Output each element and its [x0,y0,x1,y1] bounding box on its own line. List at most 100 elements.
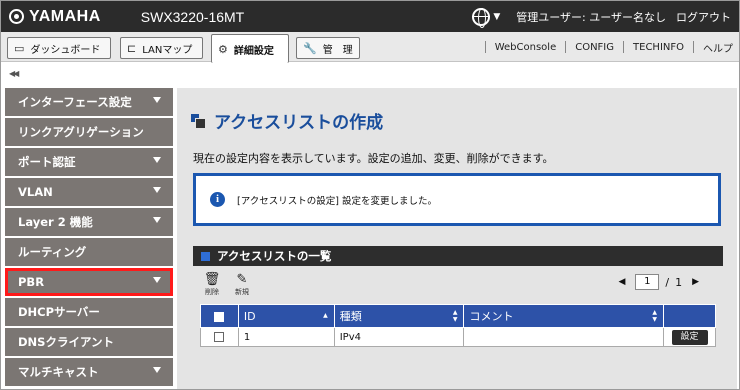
info-notice: i [アクセスリストの設定] 設定を変更しました。 [193,173,721,226]
trash-icon: 🗑 [203,272,221,287]
sidebar-item-label: リンクアグリゲーション [18,125,144,139]
page-number-input[interactable]: 1 [635,274,660,290]
sidebar-item-routing[interactable]: ルーティング [5,238,173,266]
delete-button[interactable]: 🗑 削除 [199,272,225,297]
section-header-label: アクセスリストの一覧 [217,249,332,263]
sidebar-item-port-auth[interactable]: ポート認証 [5,148,173,176]
sidebar-item-label: ポート認証 [18,155,76,169]
cell-type: IPv4 [333,327,465,347]
header-links: WebConsole CONFIG TECHINFO ヘルプ [476,32,733,62]
column-header-id[interactable]: ID ▲ [237,304,335,328]
model-name: SWX3220-16MT [140,8,245,25]
webconsole-link[interactable]: WebConsole [495,42,557,53]
sidebar-item-pbr[interactable]: PBR [5,268,173,296]
section-header-icon [201,251,210,261]
tab-label: ダッシュボード [30,44,101,56]
column-label: 種類 [339,310,362,323]
row-select-cell [200,327,239,347]
sort-icon: ▲ ▼ [452,309,458,323]
column-label: コメント [469,310,514,323]
notice-text: [アクセスリストの設定] 設定を変更しました。 [237,195,437,207]
user-info: 管理ユーザー: ユーザー名なし [516,10,666,24]
page-total: 1 [675,275,683,289]
divider [484,41,486,53]
access-list-section: アクセスリストの一覧 🗑 削除 ✎ 新規 ◀ 1 / 1 ▶ ID ▲ 種類 ▲… [193,246,723,347]
techinfo-link[interactable]: TECHINFO [633,42,684,53]
tab-advanced-settings[interactable]: ⚙ 詳細設定 [211,34,289,63]
select-all-cell [200,304,239,328]
new-button[interactable]: ✎ 新規 [229,272,255,297]
yamaha-logo[interactable]: YAMAHA [9,8,101,26]
section-header: アクセスリストの一覧 [193,246,723,266]
new-edit-icon: ✎ [236,272,248,287]
prev-page-icon[interactable]: ◀ [618,277,625,287]
sidebar-item-dhcp-server[interactable]: DHCPサーバー [5,298,173,326]
sidebar-item-interface-settings[interactable]: インターフェース設定 [5,88,173,116]
tab-label: LANマップ [142,44,193,56]
cell-id: 1 [237,327,335,347]
page-separator: / [665,275,670,289]
list-toolbar: 🗑 削除 ✎ 新規 ◀ 1 / 1 ▶ [193,266,723,304]
next-page-icon[interactable]: ▶ [692,277,699,287]
dashboard-icon: ▭ [14,41,25,55]
chevron-down-icon [153,97,161,103]
page-title-text: アクセスリストの作成 [214,113,384,133]
main-content: アクセスリストの作成 現在の設定内容を表示しています。設定の追加、変更、削除がで… [177,88,737,389]
column-header-action [663,304,716,328]
config-link[interactable]: CONFIG [575,42,614,53]
sidebar-item-label: DHCPサーバー [18,305,100,319]
divider [693,41,694,53]
gear-icon: ⚙ [218,42,228,56]
sidebar-item-label: インターフェース設定 [18,95,132,109]
cell-comment [463,327,664,347]
sidebar-item-link-aggregation[interactable]: リンクアグリゲーション [5,118,173,146]
select-all-checkbox[interactable] [214,311,225,322]
sidebar-item-layer2[interactable]: Layer 2 機能 [5,208,173,236]
row-checkbox[interactable] [214,331,225,342]
help-link[interactable]: ヘルプ [703,40,733,55]
tab-label: 詳細設定 [233,45,274,57]
tab-management[interactable]: 🔧 管 理 [296,37,360,59]
lanmap-icon: ⊏ [127,41,137,55]
sort-icon: ▲ ▼ [652,309,657,323]
brand-name: YAMAHA [29,7,101,25]
sidebar-item-label: Layer 2 機能 [18,215,93,229]
sidebar-item-label: DNSクライアント [18,335,114,349]
delete-label: 削除 [205,288,219,296]
top-right-area: ▼ 管理ユーザー: ユーザー名なし ログアウト [472,1,731,32]
new-label: 新規 [235,288,249,296]
sidebar-item-dns-client[interactable]: DNSクライアント [5,328,173,356]
sidebar-item-vlan[interactable]: VLAN [5,178,173,206]
column-header-comment[interactable]: コメント ▲ ▼ [463,304,664,328]
chevron-down-icon [153,367,161,373]
info-icon: i [210,192,225,207]
language-caret[interactable]: ▼ [493,12,500,22]
tab-bar: ▭ ダッシュボード ⊏ LANマップ ⚙ 詳細設定 🔧 管 理 WebConso… [1,32,739,63]
sidebar: インターフェース設定 リンクアグリゲーション ポート認証 VLAN Layer … [5,88,173,388]
yamaha-emblem-icon [9,9,24,24]
pager: ◀ 1 / 1 ▶ [608,274,709,290]
sidebar-item-multicast[interactable]: マルチキャスト [5,358,173,386]
settings-button[interactable]: 設定 [671,329,708,345]
tab-lanmap[interactable]: ⊏ LANマップ [120,37,203,59]
sidebar-item-label: VLAN [18,185,53,199]
table-header-row: ID ▲ 種類 ▲ ▼ コメント ▲ ▼ [200,304,716,328]
page-description: 現在の設定内容を表示しています。設定の追加、変更、削除ができます。 [193,152,554,165]
column-label: ID [243,309,256,323]
sidebar-item-label: PBR [18,275,45,289]
chevron-down-icon [153,157,161,163]
cell-action: 設定 [663,327,716,347]
collapse-sidebar-icon[interactable]: ◀◀ [9,69,19,78]
tab-label: 管 理 [322,44,353,56]
tab-dashboard[interactable]: ▭ ダッシュボード [7,37,111,59]
page-title: アクセスリストの作成 [191,108,383,133]
sidebar-item-label: ルーティング [18,245,87,259]
globe-icon[interactable] [472,7,491,28]
top-bar: YAMAHA SWX3220-16MT ▼ 管理ユーザー: ユーザー名なし ログ… [1,1,739,32]
sort-asc-icon: ▲ [323,312,328,319]
logout-link[interactable]: ログアウト [676,9,731,25]
app-frame: YAMAHA SWX3220-16MT ▼ 管理ユーザー: ユーザー名なし ログ… [0,0,740,390]
access-list-table: ID ▲ 種類 ▲ ▼ コメント ▲ ▼ 1 IPv4 設定 [200,304,716,347]
column-header-type[interactable]: 種類 ▲ ▼ [333,304,465,328]
chevron-down-icon [153,187,161,193]
